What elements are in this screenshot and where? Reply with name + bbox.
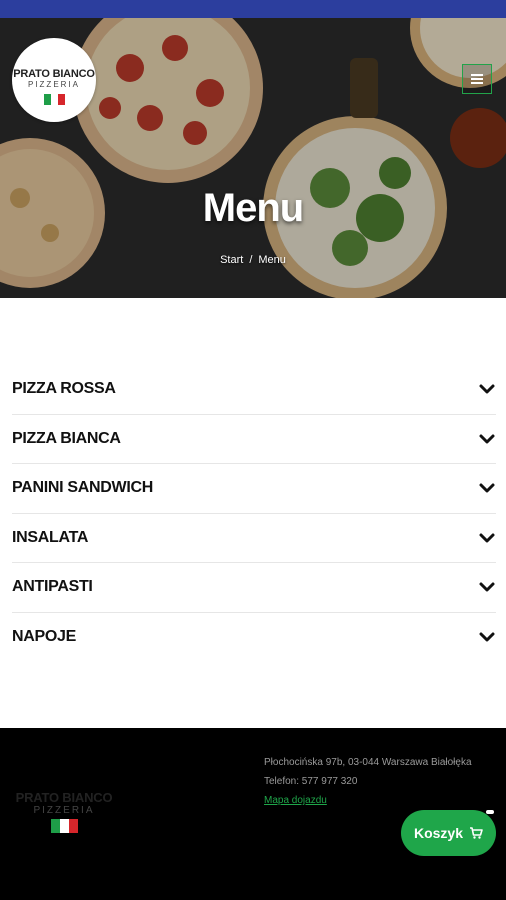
footer-logo[interactable]: PRATO BIANCO PIZZERIA [12,752,116,856]
breadcrumb: Start / Menu [0,254,506,266]
category-label: NAPOJE [12,628,76,646]
italian-flag-icon [43,92,65,110]
category-panini-sandwich[interactable]: PANINI SANDWICH [12,464,496,514]
category-pizza-bianca[interactable]: PIZZA BIANCA [12,415,496,464]
logo-subtitle: PIZZERIA [33,805,95,816]
status-bar [0,0,506,18]
cart-badge [486,810,494,814]
chevron-down-icon [479,384,495,394]
italian-flag-icon [50,819,78,838]
logo-name: PRATO BIANCO [13,68,95,80]
chevron-down-icon [479,434,495,444]
header-logo[interactable]: PRATO BIANCO PIZZERIA [12,38,96,122]
hamburger-icon [471,74,483,84]
category-napoje[interactable]: NAPOJE [12,613,496,663]
chevron-down-icon [479,483,495,493]
footer-contact: Płochocińska 97b, 03-044 Warszawa Białoł… [264,753,472,810]
page-title: Menu [202,186,304,230]
category-label: PIZZA ROSSA [12,380,116,398]
chevron-down-icon [479,632,495,642]
chevron-down-icon [479,533,495,543]
category-label: PIZZA BIANCA [12,429,121,447]
chevron-down-icon [479,582,495,592]
breadcrumb-current: Menu [258,254,286,266]
footer-address: Płochocińska 97b, 03-044 Warszawa Białoł… [264,757,472,768]
menu-categories-list: PIZZA ROSSA PIZZA BIANCA PANINI SANDWICH… [12,365,496,662]
category-label: PANINI SANDWICH [12,479,153,497]
breadcrumb-home-link[interactable]: Start [220,254,243,266]
cart-button[interactable]: Koszyk [401,810,496,856]
logo-name: PRATO BIANCO [15,790,113,805]
category-antipasti[interactable]: ANTIPASTI [12,563,496,613]
footer-phone[interactable]: Telefon: 577 977 320 [264,772,472,791]
category-label: INSALATA [12,528,89,546]
category-label: ANTIPASTI [12,578,93,596]
cart-label: Koszyk [413,825,464,841]
cart-icon [470,827,483,839]
logo-subtitle: PIZZERIA [27,80,80,89]
category-insalata[interactable]: INSALATA [12,514,496,563]
breadcrumb-separator: / [249,254,253,266]
category-pizza-rossa[interactable]: PIZZA ROSSA [12,365,496,415]
menu-toggle-button[interactable] [462,64,492,94]
footer-map-link[interactable]: Mapa dojazdu [264,791,472,810]
